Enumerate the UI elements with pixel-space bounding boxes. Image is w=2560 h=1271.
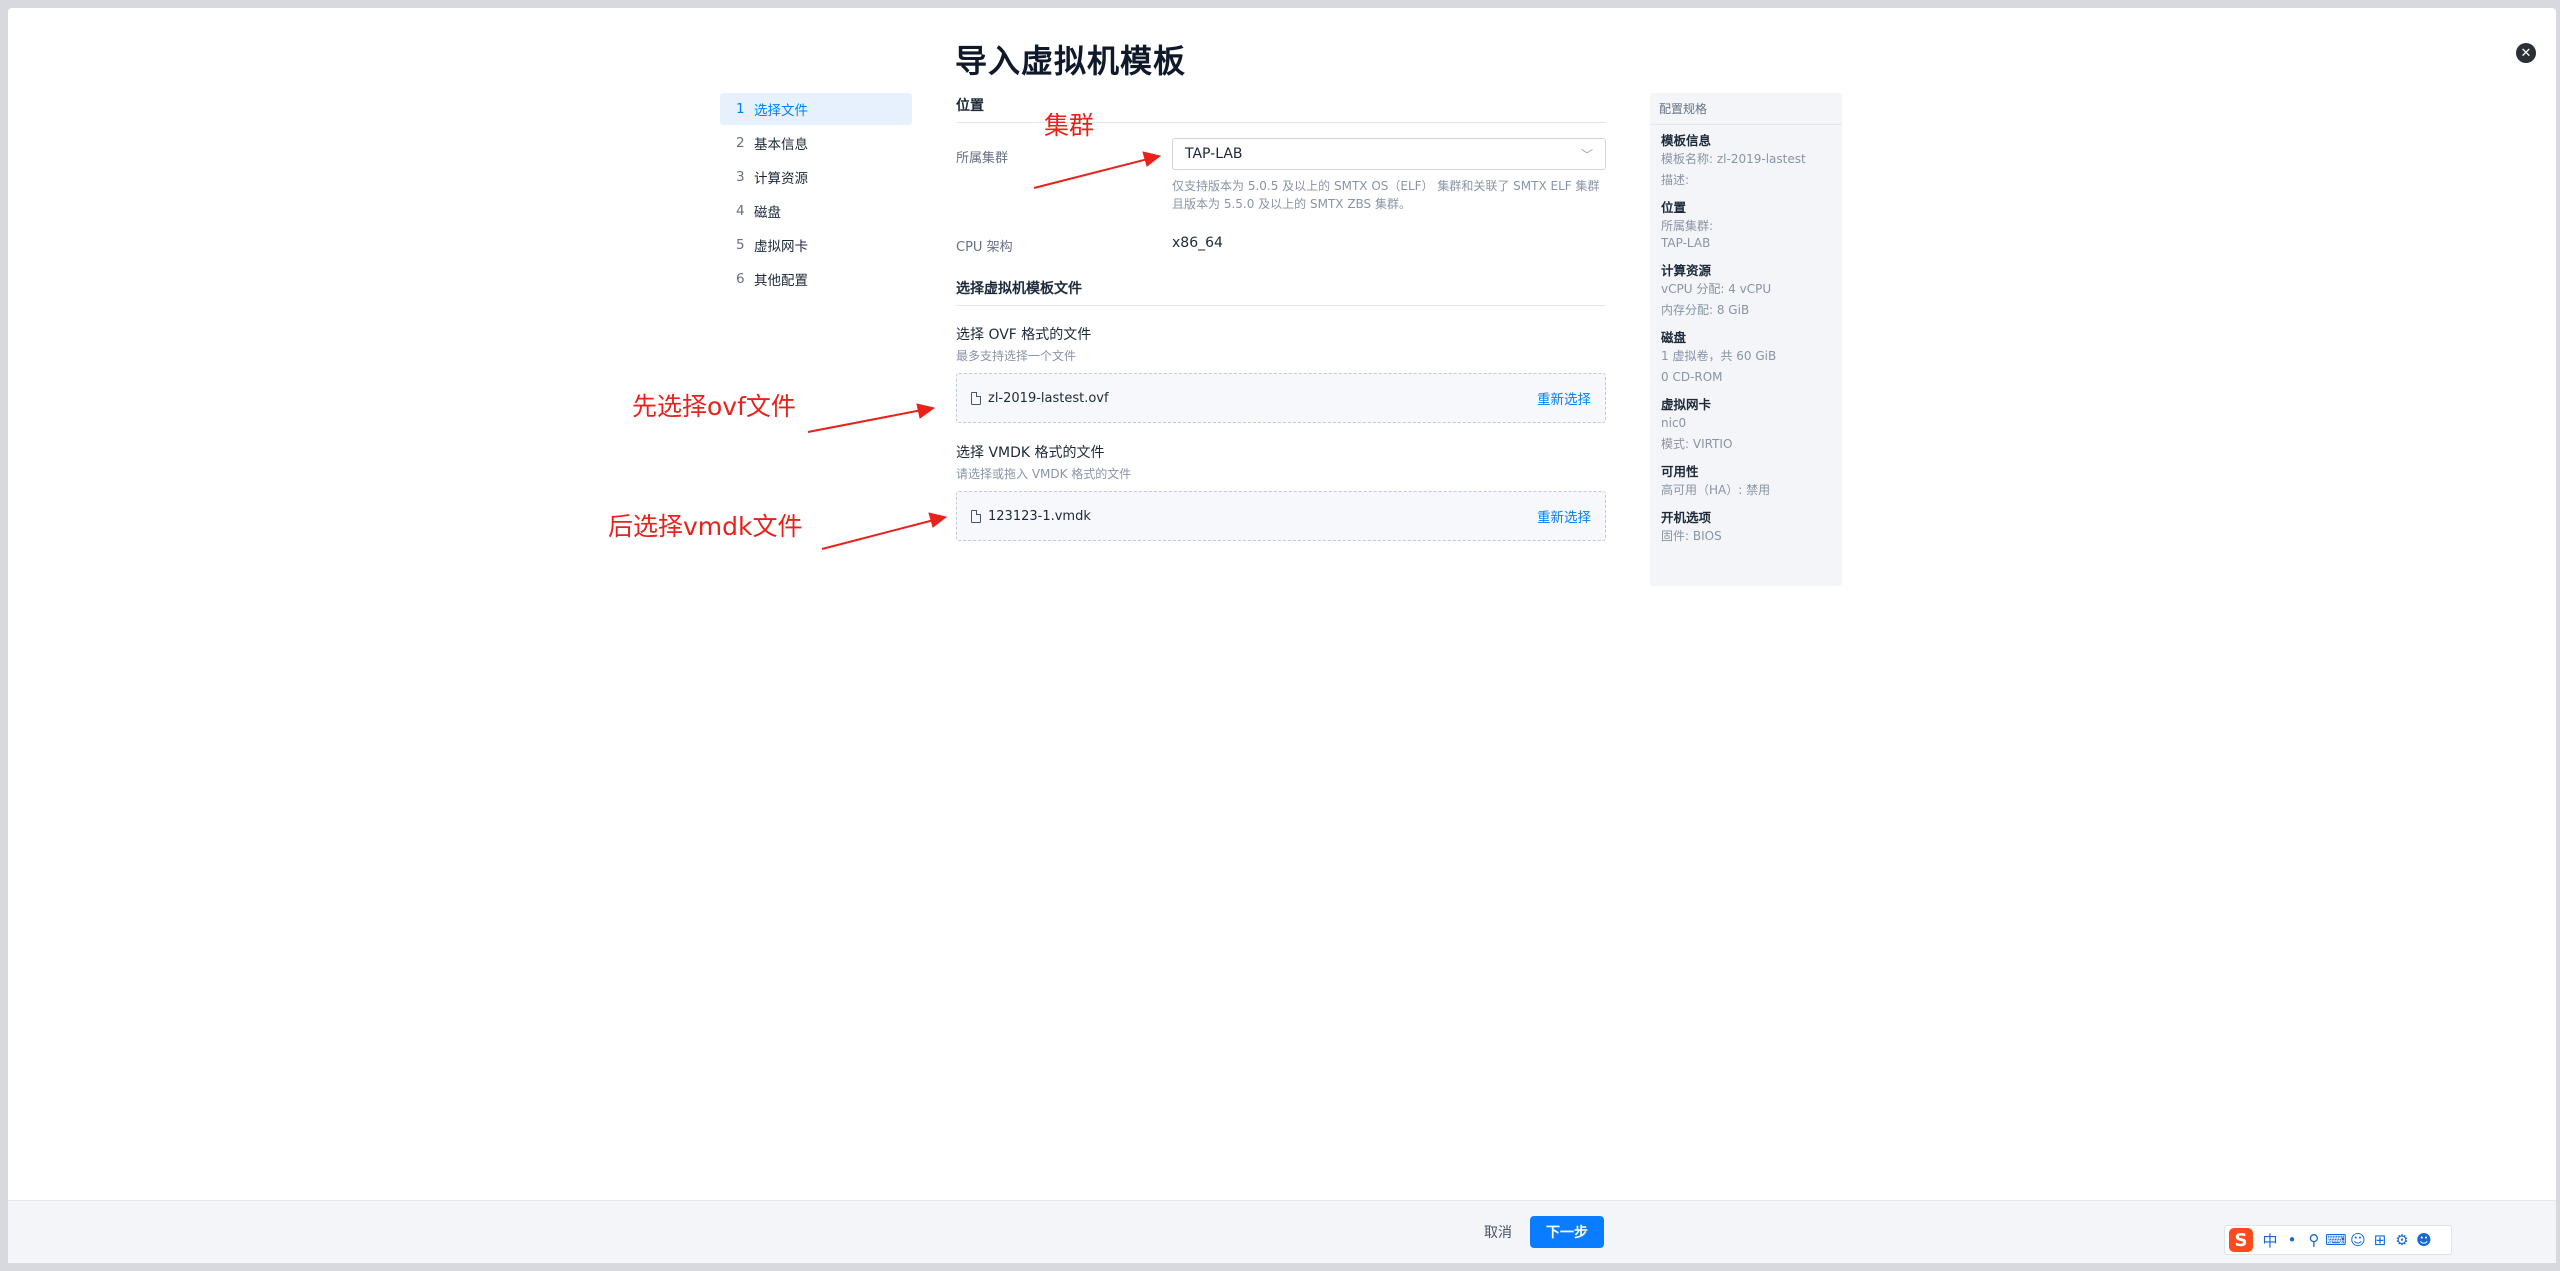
vmdk-dropzone[interactable]: 123123-1.vmdk 重新选择 [956,491,1606,541]
microphone-icon[interactable]: ⚲ [2303,1231,2325,1249]
step-number: 4 [736,203,745,219]
annotation-vmdk: 后选择vmdk文件 [608,512,803,541]
next-button[interactable]: 下一步 [1530,1216,1604,1248]
summary-line: 1 虚拟卷，共 60 GiB [1661,349,1777,363]
summary-line: 0 CD-ROM [1661,370,1723,384]
summary-line: vCPU 分配: 4 vCPU [1661,282,1772,296]
cluster-hint-line: 且版本为 5.5.0 及以上的 SMTX ZBS 集群。 [1172,197,1411,211]
summary-line: TAP-LAB [1661,236,1711,250]
cpu-arch-value: x86_64 [1172,235,1223,251]
skin-icon[interactable]: ☺ [2347,1231,2369,1249]
ovf-file-item: zl-2019-lastest.ovf [971,391,1109,406]
file-icon [971,391,981,405]
page-title: 导入虚拟机模板 [955,42,1187,80]
summary-line: nic0 [1661,416,1687,430]
step-number: 1 [736,101,745,117]
step-label: 其他配置 [754,273,808,289]
summary-line: 模板名称: zl-2019-lastest [1661,152,1806,166]
file-icon [971,509,981,523]
step-number: 2 [736,135,745,151]
annotation-cluster: 集群 [1044,111,1095,140]
step-number: 5 [736,237,745,253]
vmdk-file-item: 123123-1.vmdk [971,509,1091,524]
sogou-logo-icon[interactable]: S [2229,1228,2253,1252]
cluster-hint-line: 仅支持版本为 5.0.5 及以上的 SMTX OS（ELF） 集群和关联了 SM… [1172,179,1600,193]
summary-line: 高可用（HA）: 禁用 [1661,483,1771,497]
chevron-down-icon: ﹀ [1580,147,1593,162]
vmdk-file-name: 123123-1.vmdk [988,508,1091,524]
summary-section-title: 模板信息 [1661,133,1712,148]
summary-section-title: 虚拟网卡 [1661,397,1712,412]
summary-line: 描述: [1661,173,1690,187]
summary-section-title: 可用性 [1661,464,1699,479]
vmdk-reselect-link[interactable]: 重新选择 [1537,506,1591,526]
ime-toolbar: S 中 • ⚲ ⌨ ☺ ⊞ ⚙ ☻ [2224,1225,2452,1255]
summary-line: 模式: VIRTIO [1661,437,1733,451]
step-label: 基本信息 [754,137,808,153]
step-basic-info[interactable]: 2 基本信息 [720,127,912,159]
step-select-file[interactable]: 1 选择文件 [720,93,912,125]
step-label: 虚拟网卡 [754,239,808,255]
step-label: 选择文件 [754,103,808,119]
ovf-hint: 最多支持选择一个文件 [956,349,1077,363]
cluster-select-value: TAP-LAB [1185,146,1243,162]
ovf-reselect-link[interactable]: 重新选择 [1537,388,1591,408]
step-nav: 1 选择文件 2 基本信息 3 计算资源 4 磁盘 5 虚拟网卡 6 其他配置 [720,93,912,297]
summary-section-title: 计算资源 [1661,263,1712,278]
config-summary-panel: 配置规格 模板信息 模板名称: zl-2019-lastest 描述: 位置 所… [1650,93,1842,586]
section-files-title: 选择虚拟机模板文件 [956,281,1082,297]
cluster-hint: 仅支持版本为 5.0.5 及以上的 SMTX OS（ELF） 集群和关联了 SM… [1172,177,1606,213]
ime-lang-toggle[interactable]: 中 [2259,1230,2281,1251]
settings-icon[interactable]: ⚙ [2391,1231,2413,1249]
ime-punctuation-icon[interactable]: • [2281,1231,2303,1249]
cluster-select[interactable]: TAP-LAB ﹀ [1172,138,1606,170]
summary-line: 内存分配: 8 GiB [1661,303,1750,317]
summary-line: 固件: BIOS [1661,529,1722,543]
step-virtual-nic[interactable]: 5 虚拟网卡 [720,229,912,261]
summary-section-title: 磁盘 [1661,330,1687,345]
step-compute-resources[interactable]: 3 计算资源 [720,161,912,193]
step-number: 3 [736,169,745,185]
summary-section-title: 开机选项 [1661,510,1712,525]
dialog-footer: 取消 下一步 [8,1200,2556,1263]
step-number: 6 [736,271,745,287]
summary-section-title: 位置 [1661,200,1687,215]
step-label: 计算资源 [754,171,808,187]
ovf-label: 选择 OVF 格式的文件 [956,327,1092,343]
toolbox-icon[interactable]: ⊞ [2369,1231,2391,1249]
ovf-dropzone[interactable]: zl-2019-lastest.ovf 重新选择 [956,373,1606,423]
divider [956,305,1606,306]
step-other-config[interactable]: 6 其他配置 [720,263,912,295]
cancel-button[interactable]: 取消 [1478,1217,1518,1247]
step-label: 磁盘 [754,205,781,221]
keyboard-icon[interactable]: ⌨ [2325,1231,2347,1249]
ovf-file-name: zl-2019-lastest.ovf [988,390,1109,406]
cpu-arch-label: CPU 架构 [956,240,1013,255]
summary-title: 配置规格 [1650,93,1842,125]
step-disk[interactable]: 4 磁盘 [720,195,912,227]
avatar-icon[interactable]: ☻ [2413,1231,2435,1249]
close-icon[interactable]: ✕ [2516,43,2536,63]
cluster-label: 所属集群 [956,151,1009,166]
vmdk-hint: 请选择或拖入 VMDK 格式的文件 [956,467,1132,481]
annotation-ovf: 先选择ovf文件 [632,392,796,421]
vmdk-label: 选择 VMDK 格式的文件 [956,445,1105,461]
